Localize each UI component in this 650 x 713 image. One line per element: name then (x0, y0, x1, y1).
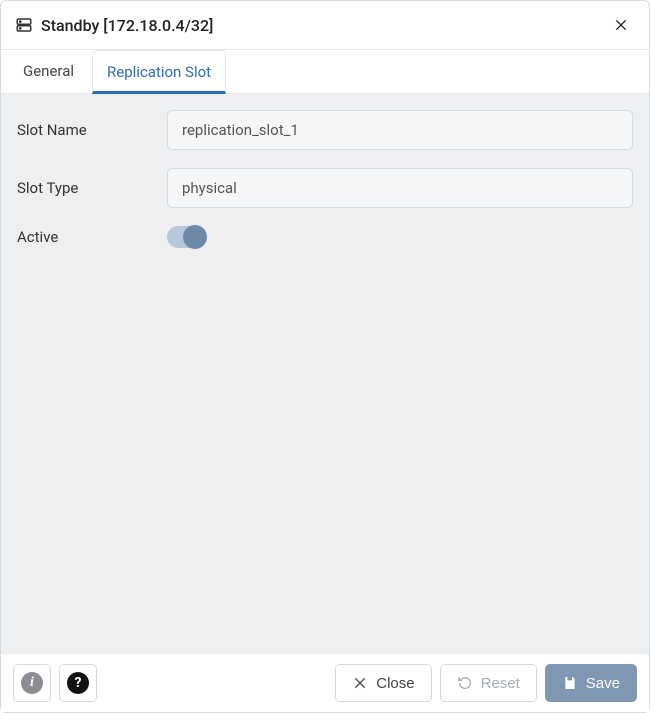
row-active: Active (17, 226, 633, 248)
slot-name-input[interactable] (167, 110, 633, 150)
label-active: Active (17, 228, 167, 246)
close-button-label: Close (376, 675, 414, 692)
save-button[interactable]: Save (545, 664, 637, 702)
active-toggle[interactable] (167, 226, 207, 248)
reset-button-label: Reset (481, 675, 520, 692)
info-button[interactable]: i (13, 664, 51, 702)
server-icon (15, 16, 33, 34)
x-icon (352, 675, 368, 691)
slot-type-input[interactable] (167, 168, 633, 208)
tab-replication-slot[interactable]: Replication Slot (92, 50, 226, 94)
label-slot-type: Slot Type (17, 179, 167, 197)
help-button[interactable]: ? (59, 664, 97, 702)
save-button-label: Save (586, 675, 620, 692)
dialog-footer: i ? Close Reset Save (1, 653, 649, 712)
close-icon[interactable] (607, 11, 635, 39)
info-icon: i (21, 672, 43, 694)
dialog-content: Slot Name Slot Type Active (1, 94, 649, 653)
label-slot-name: Slot Name (17, 121, 167, 139)
reset-button[interactable]: Reset (440, 664, 537, 702)
tab-bar: General Replication Slot (1, 50, 649, 94)
help-icon: ? (67, 672, 89, 694)
row-slot-name: Slot Name (17, 110, 633, 150)
tab-general[interactable]: General (9, 50, 88, 93)
save-icon (562, 675, 578, 691)
dialog-titlebar: Standby [172.18.0.4/32] (1, 1, 649, 50)
standby-dialog: Standby [172.18.0.4/32] General Replicat… (0, 0, 650, 713)
close-button[interactable]: Close (335, 664, 431, 702)
dialog-title: Standby [172.18.0.4/32] (41, 16, 599, 35)
toggle-knob (183, 225, 207, 249)
reset-icon (457, 675, 473, 691)
row-slot-type: Slot Type (17, 168, 633, 208)
